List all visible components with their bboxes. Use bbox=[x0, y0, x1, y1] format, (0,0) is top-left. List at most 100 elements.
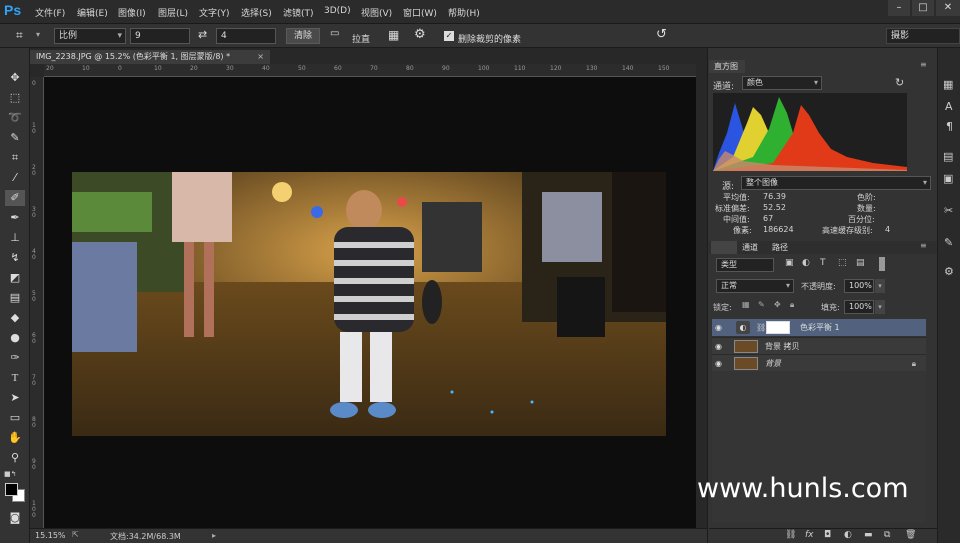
straighten-label[interactable]: 拉直 bbox=[352, 32, 370, 45]
info-panel-icon[interactable]: ▦ bbox=[943, 78, 953, 91]
path-select-tool-icon[interactable]: ➤ bbox=[5, 390, 25, 406]
visibility-eye-icon[interactable]: ◉ bbox=[715, 338, 722, 355]
menu-help[interactable]: 帮助(H) bbox=[448, 6, 480, 19]
refresh-histogram-icon[interactable]: ↻ bbox=[895, 76, 904, 89]
opacity-input[interactable]: 100% bbox=[844, 279, 874, 293]
maximize-icon[interactable]: □ bbox=[912, 0, 934, 16]
pen-tool-icon[interactable]: ✑ bbox=[5, 350, 25, 366]
filter-pixel-icon[interactable]: ▣ bbox=[785, 258, 794, 268]
lock-transparent-icon[interactable]: ▦ bbox=[742, 300, 750, 309]
opacity-dropdown-icon[interactable]: ▾ bbox=[875, 279, 885, 293]
menu-window[interactable]: 窗口(W) bbox=[403, 6, 437, 19]
status-menu-arrow-icon[interactable]: ▸ bbox=[212, 531, 216, 540]
layer-row-background[interactable]: ◉ 背景 🔒︎ bbox=[712, 354, 926, 371]
add-style-icon[interactable]: fx bbox=[805, 530, 814, 540]
menu-type[interactable]: 文字(Y) bbox=[199, 6, 230, 19]
add-mask-icon[interactable]: ◘ bbox=[824, 530, 831, 540]
document-tab[interactable]: IMG_2238.JPG @ 15.2% (色彩平衡 1, 图层蒙版/8) * … bbox=[30, 50, 270, 64]
lock-position-icon[interactable]: ✥ bbox=[774, 300, 781, 309]
tab-layers[interactable] bbox=[711, 241, 737, 254]
menu-image[interactable]: 图像(I) bbox=[118, 6, 146, 19]
visibility-eye-icon[interactable]: ◉ bbox=[715, 355, 722, 372]
layer-name[interactable]: 背景 bbox=[765, 355, 781, 372]
eyedropper-tool-icon[interactable]: ⁄ bbox=[5, 170, 25, 186]
menu-view[interactable]: 视图(V) bbox=[361, 6, 392, 19]
straighten-icon[interactable]: ▭ bbox=[330, 28, 339, 39]
paragraph-panel-icon[interactable]: ¶ bbox=[946, 120, 953, 133]
properties-panel-icon[interactable]: ⚙ bbox=[944, 265, 954, 278]
brush-tool-icon[interactable]: ✒ bbox=[5, 210, 25, 226]
move-tool-icon[interactable]: ✥ bbox=[5, 70, 25, 86]
settings-gear-icon[interactable]: ⚙ bbox=[414, 27, 426, 42]
filter-smart-object-icon[interactable]: ▤ bbox=[856, 258, 865, 268]
export-icon[interactable]: ⇱ bbox=[72, 530, 79, 539]
close-doc-icon[interactable]: × bbox=[257, 50, 264, 64]
visibility-eye-icon[interactable]: ◉ bbox=[715, 319, 722, 336]
new-group-icon[interactable]: ▬ bbox=[864, 530, 873, 540]
healing-brush-tool-icon[interactable]: ✐ bbox=[5, 190, 25, 206]
brush-panel-icon[interactable]: ✎ bbox=[944, 236, 953, 249]
histogram-panel-menu-icon[interactable]: ≡ bbox=[920, 60, 927, 69]
layer-name[interactable]: 色彩平衡 1 bbox=[800, 319, 840, 336]
marquee-tool-icon[interactable]: ⬚ bbox=[5, 90, 25, 106]
type-tool-icon[interactable]: T bbox=[5, 370, 25, 386]
layer-name[interactable]: 背景 拷贝 bbox=[765, 338, 800, 355]
delete-layer-icon[interactable]: 🗑︎ bbox=[905, 530, 916, 540]
swap-dimensions-icon[interactable]: ⇄ bbox=[198, 28, 207, 41]
crop-width-input[interactable]: 9 bbox=[130, 28, 190, 44]
tab-channels[interactable]: 通道 bbox=[737, 241, 767, 254]
filter-toggle[interactable] bbox=[879, 257, 885, 271]
layer-mask-thumbnail[interactable] bbox=[766, 321, 790, 334]
character-panel-icon[interactable]: A bbox=[945, 100, 953, 113]
fill-input[interactable]: 100% bbox=[844, 300, 874, 314]
tool-presets-icon[interactable]: ✂ bbox=[944, 204, 953, 217]
crop-height-input[interactable]: 4 bbox=[216, 28, 276, 44]
layers-panel-menu-icon[interactable]: ≡ bbox=[920, 241, 927, 250]
default-colors-icon[interactable]: ■↰ bbox=[4, 470, 16, 478]
filter-adjustment-icon[interactable]: ◐ bbox=[802, 258, 810, 268]
new-adjustment-icon[interactable]: ◐ bbox=[844, 530, 852, 540]
fill-dropdown-icon[interactable]: ▾ bbox=[875, 300, 885, 314]
layer-row-color-balance[interactable]: ◉ ◐ ⛓ 色彩平衡 1 bbox=[712, 319, 926, 336]
zoom-tool-icon[interactable]: ⚲ bbox=[5, 450, 25, 466]
hand-tool-icon[interactable]: ✋ bbox=[5, 430, 25, 446]
menu-3d[interactable]: 3D(D) bbox=[324, 6, 351, 16]
swatches-panel-icon[interactable]: ▤ bbox=[943, 150, 953, 163]
blur-tool-icon[interactable]: ◆ bbox=[5, 310, 25, 326]
layer-row-background-copy[interactable]: ◉ 背景 拷贝 bbox=[712, 337, 926, 354]
foreground-color-swatch[interactable] bbox=[5, 483, 18, 496]
gradient-tool-icon[interactable]: ▤ bbox=[5, 290, 25, 306]
workspace-select[interactable]: 摄影 bbox=[886, 28, 960, 44]
zoom-level[interactable]: 15.15% bbox=[35, 531, 66, 540]
menu-filter[interactable]: 滤镜(T) bbox=[283, 6, 314, 19]
mask-link-icon[interactable]: ⛓ bbox=[756, 319, 766, 336]
crop-tool-icon[interactable]: ⌗ bbox=[16, 28, 32, 44]
source-select[interactable]: 整个图像 ▾ bbox=[741, 176, 931, 190]
styles-panel-icon[interactable]: ▣ bbox=[943, 172, 953, 185]
minimize-icon[interactable]: – bbox=[888, 0, 910, 16]
menu-select[interactable]: 选择(S) bbox=[241, 6, 272, 19]
menu-edit[interactable]: 编辑(E) bbox=[77, 6, 108, 19]
filter-type-icon[interactable]: T bbox=[820, 258, 826, 268]
reset-crop-icon[interactable]: ↺ bbox=[656, 27, 667, 42]
lasso-tool-icon[interactable]: ➰ bbox=[5, 110, 25, 126]
link-layers-icon[interactable]: ⛓ bbox=[785, 530, 796, 540]
eraser-tool-icon[interactable]: ◩ bbox=[5, 270, 25, 286]
layer-filter-select[interactable]: 类型 bbox=[716, 258, 774, 272]
menu-file[interactable]: 文件(F) bbox=[35, 6, 65, 19]
lock-all-icon[interactable]: 🔒︎ bbox=[790, 300, 794, 310]
close-icon[interactable]: ✕ bbox=[936, 0, 960, 16]
filter-shape-icon[interactable]: ⬚ bbox=[838, 258, 847, 268]
menu-layer[interactable]: 图层(L) bbox=[158, 6, 188, 19]
dodge-tool-icon[interactable]: ● bbox=[5, 330, 25, 346]
new-layer-icon[interactable]: ⧉ bbox=[884, 530, 890, 540]
clone-stamp-tool-icon[interactable]: ⊥ bbox=[5, 230, 25, 246]
rectangle-tool-icon[interactable]: ▭ bbox=[5, 410, 25, 426]
quick-mask-icon[interactable]: ◙ bbox=[5, 510, 25, 526]
tab-paths[interactable]: 路径 bbox=[767, 241, 797, 254]
delete-cropped-checkbox[interactable]: ✓ bbox=[444, 31, 454, 41]
tool-preset-arrow-icon[interactable]: ▾ bbox=[36, 30, 40, 39]
overlay-grid-icon[interactable]: ▦ bbox=[388, 28, 399, 42]
crop-tool-side-icon[interactable]: ⌗ bbox=[5, 150, 25, 166]
lock-pixels-icon[interactable]: ✎ bbox=[758, 300, 765, 309]
